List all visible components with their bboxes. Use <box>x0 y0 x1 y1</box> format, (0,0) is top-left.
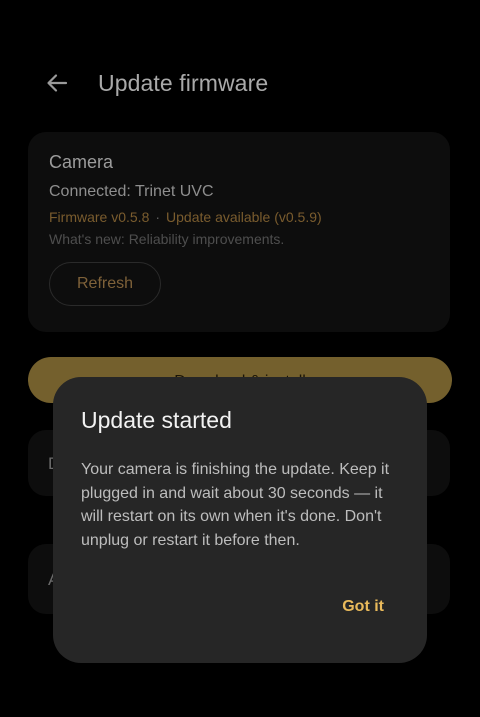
update-available-text: Update available (v0.5.9) <box>166 209 322 225</box>
whats-new-text: What's new: Reliability improvements. <box>49 231 285 247</box>
arrow-left-icon <box>47 74 68 92</box>
page-title: Update firmware <box>98 70 269 96</box>
firmware-version: Firmware v0.5.8 <box>49 209 150 225</box>
screen: Update firmware Camera Connected: Trinet… <box>0 0 480 717</box>
app-bar: Update firmware <box>0 58 480 110</box>
firmware-info: Firmware v0.5.8 · Update available (v0.5.9… <box>49 209 322 225</box>
refresh-button[interactable]: Refresh <box>49 262 161 306</box>
connection-status: Connected: Trinet UVC <box>49 183 214 200</box>
camera-card: Camera Connected: Trinet UVC Firmware v0… <box>28 132 450 332</box>
camera-card-title: Camera <box>49 152 114 172</box>
got-it-button[interactable]: Got it <box>327 587 399 627</box>
separator-dot: · <box>155 209 161 225</box>
dialog-title: Update started <box>81 407 232 433</box>
dialog-message: Your camera is finishing the update. Kee… <box>81 461 390 549</box>
update-started-dialog: Update started Your camera is finishing … <box>53 377 427 663</box>
back-button[interactable] <box>40 66 74 100</box>
